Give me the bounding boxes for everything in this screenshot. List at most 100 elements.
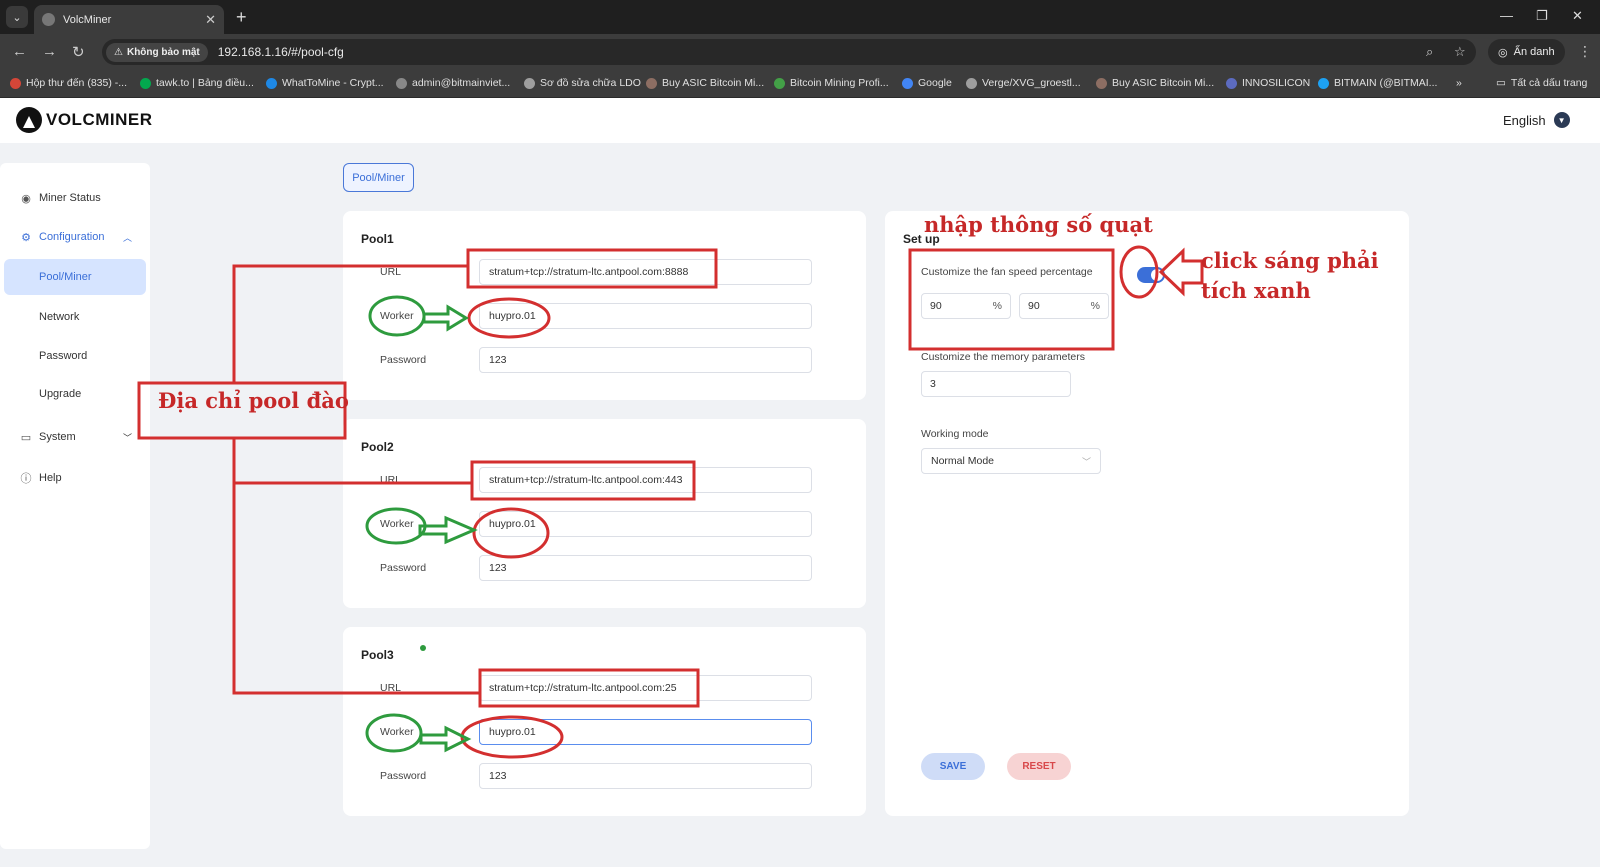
- volcminer-logo: VOLCMINER: [16, 107, 153, 133]
- url-label: URL: [380, 682, 402, 694]
- bookmark-item[interactable]: Buy ASIC Bitcoin Mi...: [1096, 77, 1214, 89]
- password-label: Password: [380, 562, 427, 574]
- pool-title: Pool2: [361, 440, 394, 454]
- bookmarks-more-icon[interactable]: »: [1456, 77, 1462, 89]
- working-mode-label: Working mode: [921, 428, 989, 440]
- reset-button[interactable]: RESET: [1007, 753, 1071, 780]
- bookmark-icon: [266, 77, 277, 89]
- fan-speed-input-1[interactable]: 90 %: [921, 293, 1011, 319]
- forward-icon[interactable]: →: [42, 43, 57, 60]
- chevron-down-icon: ﹀: [122, 432, 132, 443]
- tab-title: VolcMiner: [63, 13, 112, 26]
- security-chip[interactable]: ⚠ Không bảo mật: [106, 42, 208, 62]
- sidebar-item-system[interactable]: ▭ System ﹀: [0, 419, 150, 455]
- bookmarks-bar: Hộp thư đến (835) -... tawk.to | Bảng đi…: [0, 70, 1600, 98]
- pool3-url-input[interactable]: stratum+tcp://stratum-ltc.antpool.com:25: [479, 675, 812, 701]
- fan-speed-input-2[interactable]: 90 %: [1019, 293, 1109, 319]
- memory-input[interactable]: 3: [921, 371, 1071, 397]
- bookmark-item[interactable]: WhatToMine - Crypt...: [266, 77, 384, 89]
- worker-label: Worker: [380, 726, 414, 738]
- bookmark-item[interactable]: tawk.to | Bảng điều...: [140, 77, 254, 89]
- bookmark-item[interactable]: Buy ASIC Bitcoin Mi...: [646, 77, 764, 89]
- volcano-logo-icon: [16, 107, 42, 133]
- folder-icon: ▭: [1496, 77, 1506, 89]
- bookmark-icon: [966, 77, 977, 89]
- pool2-password-input[interactable]: 123: [479, 555, 812, 581]
- working-mode-select[interactable]: Normal Mode ﹀: [921, 448, 1101, 474]
- bookmark-item[interactable]: Bitcoin Mining Profi...: [774, 77, 889, 89]
- annotation-click-line1: click sáng phải: [1201, 248, 1379, 273]
- zoom-icon[interactable]: ⌕: [1426, 44, 1433, 60]
- address-bar[interactable]: ⚠ Không bảo mật 192.168.1.16/#/pool-cfg …: [102, 39, 1476, 65]
- sidebar-item-help[interactable]: ⓘ Help: [0, 460, 150, 496]
- annotation-fan-params: nhập thông số quạt: [924, 212, 1153, 237]
- pool3-worker-input[interactable]: huypro.01: [479, 719, 812, 745]
- bookmark-item[interactable]: Hộp thư đến (835) -...: [10, 77, 127, 89]
- bookmark-icon: [524, 77, 535, 89]
- eye-icon: ◉: [21, 192, 31, 205]
- new-tab-button[interactable]: +: [236, 7, 247, 28]
- worker-label: Worker: [380, 310, 414, 322]
- language-selector[interactable]: English ▼: [1503, 112, 1570, 128]
- bookmark-icon: [1318, 77, 1329, 89]
- chevron-down-icon: ﹀: [1081, 456, 1091, 467]
- password-label: Password: [380, 770, 427, 782]
- incognito-icon: ◎: [1498, 46, 1508, 59]
- pool1-url-input[interactable]: stratum+tcp://stratum-ltc.antpool.com:88…: [479, 259, 812, 285]
- reload-icon[interactable]: ↻: [72, 43, 85, 61]
- all-bookmarks[interactable]: ▭ Tất cả dấu trang: [1496, 77, 1587, 89]
- close-tab-icon[interactable]: ✕: [205, 12, 216, 28]
- url-label: URL: [380, 266, 402, 278]
- pool1-password-input[interactable]: 123: [479, 347, 812, 373]
- help-icon: ⓘ: [20, 473, 32, 485]
- password-label: Password: [380, 354, 427, 366]
- memory-label: Customize the memory parameters: [921, 351, 1085, 363]
- sidebar-item-pool-miner[interactable]: Pool/Miner: [4, 259, 146, 295]
- sidebar-item-miner-status[interactable]: ◉ Miner Status: [0, 180, 150, 216]
- chevron-down-icon: ▼: [1553, 112, 1570, 128]
- pool3-password-input[interactable]: 123: [479, 763, 812, 789]
- bookmark-item[interactable]: admin@bitmainviet...: [396, 77, 510, 89]
- url-label: URL: [380, 474, 402, 486]
- save-button[interactable]: SAVE: [921, 753, 985, 780]
- bookmark-icon: [1226, 77, 1237, 89]
- pool2-url-input[interactable]: stratum+tcp://stratum-ltc.antpool.com:44…: [479, 467, 812, 493]
- restore-icon[interactable]: ❐: [1536, 8, 1548, 24]
- pool1-card: Pool1 URL stratum+tcp://stratum-ltc.antp…: [343, 211, 866, 400]
- gear-icon: ⚙: [21, 231, 31, 244]
- warning-icon: ⚠: [114, 46, 123, 58]
- bookmark-icon: [10, 77, 21, 89]
- tab-pool-miner[interactable]: Pool/Miner: [343, 163, 414, 192]
- favicon-icon: [42, 13, 55, 26]
- pool3-card: Pool3 URL stratum+tcp://stratum-ltc.antp…: [343, 627, 866, 816]
- pool-title: Pool1: [361, 232, 394, 246]
- incognito-chip[interactable]: ◎ Ẩn danh: [1488, 39, 1565, 65]
- minimize-icon[interactable]: —: [1500, 8, 1513, 23]
- browser-menu-icon[interactable]: ⋮: [1578, 43, 1592, 60]
- browser-tab[interactable]: VolcMiner ✕: [34, 5, 224, 34]
- monitor-icon: ▭: [20, 431, 32, 444]
- bookmark-item[interactable]: BITMAIN (@BITMAI...: [1318, 77, 1437, 89]
- bookmark-item[interactable]: Sơ đồ sửa chữa LDO: [524, 77, 641, 89]
- worker-label: Worker: [380, 518, 414, 530]
- bookmark-item[interactable]: Verge/XVG_groestl...: [966, 77, 1081, 89]
- bookmark-item[interactable]: Google: [902, 77, 952, 89]
- bookmark-item[interactable]: INNOSILICON: [1226, 77, 1310, 89]
- window-close-icon[interactable]: ✕: [1572, 8, 1583, 24]
- annotation-pool-address: Địa chỉ pool đào: [158, 388, 349, 413]
- star-icon[interactable]: ☆: [1454, 44, 1466, 60]
- sidebar: ◉ Miner Status ⚙ Configuration ︿ Pool/Mi…: [0, 163, 150, 849]
- pool2-worker-input[interactable]: huypro.01: [479, 511, 812, 537]
- fan-speed-toggle[interactable]: [1137, 267, 1165, 283]
- browser-tabbar: ⌄ VolcMiner ✕ + — ❐ ✕: [0, 0, 1600, 34]
- pool-title: Pool3: [361, 648, 394, 662]
- sidebar-item-password[interactable]: Password: [0, 338, 150, 374]
- bookmark-icon: [140, 77, 151, 89]
- pool1-worker-input[interactable]: huypro.01: [479, 303, 812, 329]
- tab-search-icon[interactable]: ⌄: [6, 6, 28, 28]
- bookmark-icon: [396, 77, 407, 89]
- sidebar-item-configuration[interactable]: ⚙ Configuration ︿: [0, 219, 150, 255]
- back-icon[interactable]: ←: [12, 43, 27, 60]
- sidebar-item-network[interactable]: Network: [0, 299, 150, 335]
- sidebar-item-upgrade[interactable]: Upgrade: [0, 376, 150, 412]
